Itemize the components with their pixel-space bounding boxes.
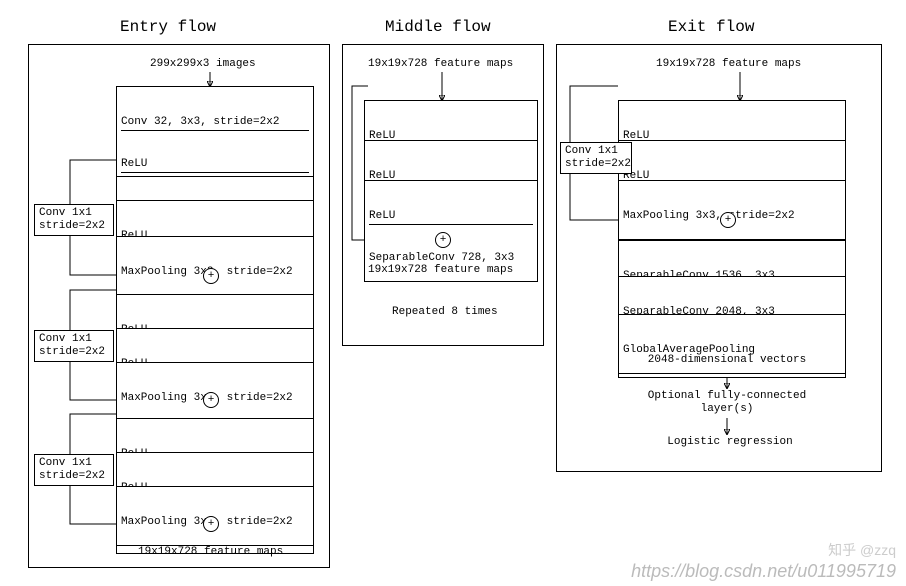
middle-note: Repeated 8 times [392,306,498,319]
watermark-author: 知乎 @zzq [828,540,896,560]
entry-skip2: Conv 1x1 stride=2x2 [34,330,114,362]
layer: ReLU [369,209,533,225]
add-icon: + [203,392,219,408]
entry-b1-pool: MaxPooling 3x3, stride=2x2 [116,236,314,296]
watermark-url: https://blog.csdn.net/u011995719 [631,561,896,582]
entry-out: 19x19x728 feature maps [138,546,283,559]
exit-fc: Optional fully-connected layer(s) [636,390,818,416]
entry-b2-pool: MaxPooling 3x3, stride=2x2 [116,362,314,422]
add-icon: + [435,232,451,248]
add-icon: + [203,268,219,284]
title-entry: Entry flow [120,18,216,36]
entry-skip3: Conv 1x1 stride=2x2 [34,454,114,486]
title-exit: Exit flow [668,18,754,36]
exit-vec: 2048-dimensional vectors [642,354,812,367]
middle-input: 19x19x728 feature maps [368,58,513,71]
title-middle: Middle flow [385,18,491,36]
entry-input: 299x299x3 images [150,58,256,71]
layer: Conv 32, 3x3, stride=2x2 [121,115,309,131]
add-icon: + [720,212,736,228]
middle-out: 19x19x728 feature maps [368,264,513,277]
layer: ReLU [121,157,309,173]
exit-log: Logistic regression [660,436,800,449]
entry-skip1: Conv 1x1 stride=2x2 [34,204,114,236]
entry-b3-pool: MaxPooling 3x3, stride=2x2 [116,486,314,546]
exit-b1-pool: MaxPooling 3x3, stride=2x2 [618,180,846,240]
exit-skip: Conv 1x1 stride=2x2 [560,142,632,174]
add-icon: + [203,516,219,532]
exit-input: 19x19x728 feature maps [656,58,801,71]
